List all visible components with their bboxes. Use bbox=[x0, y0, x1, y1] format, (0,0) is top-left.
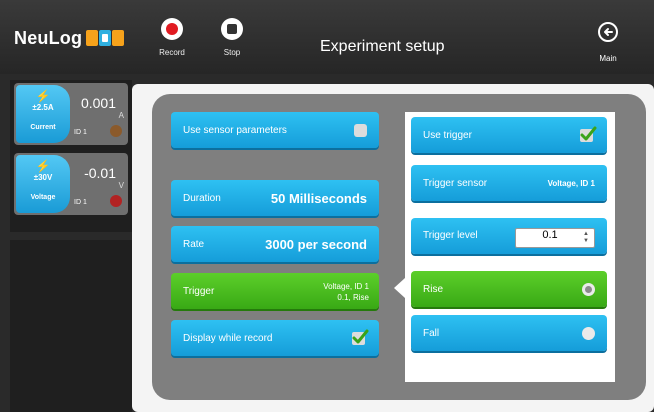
top-bar: NeuLog Record Stop Experiment setup Main bbox=[0, 0, 654, 74]
stop-button[interactable]: Stop bbox=[212, 18, 252, 66]
rate-button[interactable]: Rate 3000 per second bbox=[171, 226, 379, 262]
use-sensor-params-label: Use sensor parameters bbox=[183, 125, 287, 136]
sensor-value: -0.01 bbox=[84, 165, 116, 181]
fall-option[interactable]: Fall bbox=[411, 315, 607, 351]
use-trigger-button[interactable]: Use trigger bbox=[411, 117, 607, 153]
lightning-icon: ⚡ bbox=[35, 159, 51, 173]
logo-blocks-icon bbox=[86, 30, 124, 46]
stop-icon bbox=[221, 18, 243, 40]
sensor-id: ID 1 bbox=[74, 199, 87, 206]
duration-label: Duration bbox=[183, 193, 221, 204]
duration-value: 50 Milliseconds bbox=[270, 191, 367, 206]
sensor-range: ±30V bbox=[33, 173, 53, 182]
spinner-arrows-icon[interactable]: ▲ ▼ bbox=[582, 231, 590, 245]
record-label: Record bbox=[159, 48, 185, 57]
sensor-current[interactable]: ⚡ ±2.5A Current 0.001 A ID 1 bbox=[14, 83, 128, 145]
trigger-level-value: 0.1 bbox=[542, 229, 558, 241]
display-while-record-label: Display while record bbox=[183, 333, 273, 344]
radio-selected-icon bbox=[582, 283, 595, 296]
sensor-color-dot bbox=[110, 195, 122, 207]
trigger-summary: Voltage, ID 1 0.1, Rise bbox=[323, 281, 369, 303]
record-button[interactable]: Record bbox=[152, 18, 192, 66]
app-window: NeuLog Record Stop Experiment setup Main… bbox=[0, 0, 654, 412]
sensor-unit: A bbox=[118, 111, 124, 120]
lower-left-panel bbox=[10, 240, 132, 412]
page-title: Experiment setup bbox=[320, 38, 445, 55]
back-arrow-icon bbox=[598, 22, 618, 42]
trigger-level-input[interactable]: 0.1 ▲ ▼ bbox=[515, 228, 595, 248]
rate-label: Rate bbox=[183, 239, 205, 250]
lightning-icon: ⚡ bbox=[35, 89, 51, 103]
rate-value: 3000 per second bbox=[265, 237, 367, 252]
trigger-label: Trigger bbox=[183, 286, 215, 297]
trigger-pointer bbox=[394, 278, 405, 298]
app-logo: NeuLog bbox=[14, 28, 83, 48]
trigger-sensor-value: Voltage, ID 1 bbox=[547, 179, 595, 188]
stop-label: Stop bbox=[223, 48, 241, 57]
fall-label: Fall bbox=[423, 328, 440, 339]
trigger-level-row: Trigger level 0.1 ▲ ▼ bbox=[411, 218, 607, 254]
checkbox-icon bbox=[354, 124, 367, 137]
sensor-id: ID 1 bbox=[74, 129, 87, 136]
main-label: Main bbox=[599, 54, 617, 63]
main-button[interactable]: Main bbox=[593, 22, 623, 63]
use-sensor-params-button[interactable]: Use sensor parameters bbox=[171, 112, 379, 148]
check-icon bbox=[352, 329, 369, 345]
trigger-level-label: Trigger level bbox=[423, 230, 478, 241]
check-icon bbox=[580, 126, 597, 142]
display-while-record-button[interactable]: Display while record bbox=[171, 320, 379, 356]
rise-option[interactable]: Rise bbox=[411, 271, 607, 307]
sensor-color-dot bbox=[110, 125, 122, 137]
sensor-panel: ⚡ ±2.5A Current 0.001 A ID 1 ⚡ ±30V Volt… bbox=[10, 80, 132, 232]
sensor-voltage[interactable]: ⚡ ±30V Voltage -0.01 V ID 1 bbox=[14, 153, 128, 215]
radio-unselected-icon bbox=[582, 327, 595, 340]
trigger-sensor-button[interactable]: Trigger sensor Voltage, ID 1 bbox=[411, 165, 607, 201]
duration-button[interactable]: Duration 50 Milliseconds bbox=[171, 180, 379, 216]
sensor-badge: ⚡ ±2.5A Current bbox=[16, 85, 70, 143]
sensor-unit: V bbox=[118, 181, 124, 190]
trigger-summary-sensor: Voltage, ID 1 bbox=[323, 282, 369, 291]
sensor-value: 0.001 bbox=[80, 95, 116, 111]
use-trigger-label: Use trigger bbox=[423, 130, 472, 141]
sensor-range: ±2.5A bbox=[32, 103, 54, 112]
trigger-sensor-label: Trigger sensor bbox=[423, 178, 488, 189]
sensor-name: Current bbox=[30, 124, 56, 131]
sensor-badge: ⚡ ±30V Voltage bbox=[16, 155, 70, 213]
rise-label: Rise bbox=[423, 284, 444, 295]
sensor-name: Voltage bbox=[30, 194, 56, 201]
trigger-button[interactable]: Trigger Voltage, ID 1 0.1, Rise bbox=[171, 273, 379, 309]
record-icon bbox=[161, 18, 183, 40]
trigger-summary-level: 0.1, Rise bbox=[337, 293, 369, 302]
